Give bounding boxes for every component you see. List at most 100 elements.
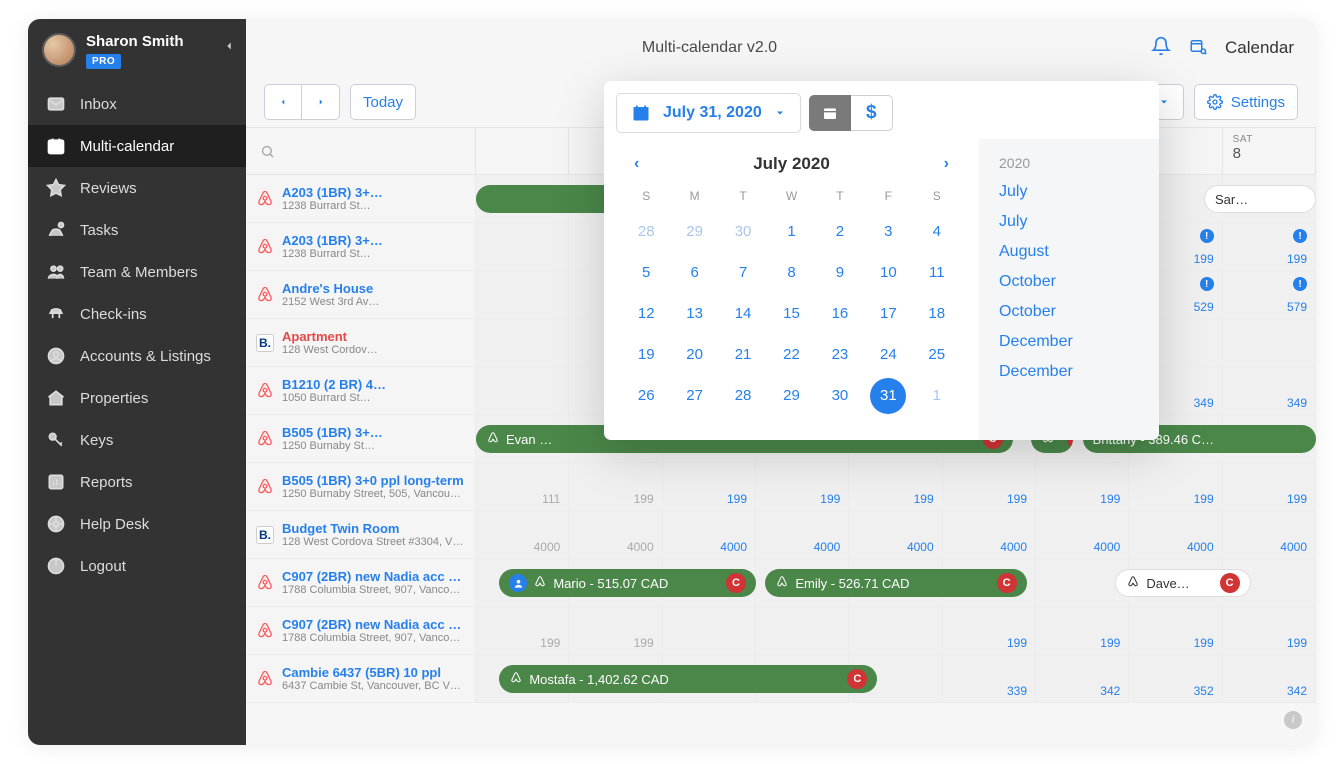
calendar-day[interactable]: 29 [767,375,815,416]
calendar-day[interactable]: 23 [816,334,864,375]
bell-icon[interactable] [1151,36,1171,61]
property-cell[interactable]: A203 (1BR) 3+…1238 Burrard St… [246,175,476,222]
calendar-day[interactable]: 20 [670,334,718,375]
calendar-day[interactable]: 19 [622,334,670,375]
calendar-day[interactable]: 31 [870,378,906,414]
nav-help-desk[interactable]: Help Desk [28,503,246,545]
calendar-day[interactable]: 1 [767,211,815,252]
calendar-day[interactable]: 24 [864,334,912,375]
nav-keys[interactable]: Keys [28,419,246,461]
settings-button[interactable]: Settings [1194,84,1298,120]
calendar-cell[interactable]: 4000 [943,511,1036,558]
calendar-day[interactable]: 16 [816,293,864,334]
calendar-day[interactable]: 27 [670,375,718,416]
calendar-day[interactable]: 13 [670,293,718,334]
nav-logout[interactable]: Logout [28,545,246,587]
calendar-cell[interactable]: 4000 [663,511,756,558]
property-cell[interactable]: B505 (1BR) 3+0 ppl long-term1250 Burnaby… [246,463,476,510]
calendar-cell[interactable]: !199 [1223,223,1316,270]
calendar-cell[interactable]: 199 [849,463,942,510]
booking-band[interactable]: Sar… [1204,185,1316,213]
calendar-day[interactable]: 18 [913,293,961,334]
calendar-day[interactable]: 28 [719,375,767,416]
calendar-cell[interactable] [476,319,569,366]
booking-band[interactable]: Dave…C [1115,569,1250,597]
calendar-cell[interactable]: 199 [1223,607,1316,654]
next-button[interactable] [302,84,340,120]
calendar-cell[interactable]: 199 [1036,607,1129,654]
calendar-day[interactable]: 10 [864,252,912,293]
nav-reports[interactable]: Reports [28,461,246,503]
nav-check-ins[interactable]: Check-ins [28,293,246,335]
calendar-day[interactable]: 2 [816,211,864,252]
calendar-day[interactable]: 6 [670,252,718,293]
month-quick-link[interactable]: October [999,273,1139,291]
month-quick-link[interactable]: December [999,333,1139,351]
calendar-cell[interactable] [663,607,756,654]
nav-properties[interactable]: Properties [28,377,246,419]
calendar-day[interactable]: 30 [719,211,767,252]
calendar-search-icon[interactable] [1189,37,1207,60]
property-cell[interactable]: Cambie 6437 (5BR) 10 ppl6437 Cambie St, … [246,655,476,702]
calendar-cell[interactable]: 199 [1129,607,1222,654]
booking-band[interactable]: Emily - 526.71 CADC [765,569,1026,597]
calendar-cell[interactable]: 199 [1129,463,1222,510]
calendar-day[interactable]: 21 [719,334,767,375]
month-quick-link[interactable]: July [999,183,1139,201]
nav-reviews[interactable]: Reviews [28,167,246,209]
calendar-day[interactable]: 1 [913,375,961,416]
property-cell[interactable]: B.Apartment128 West Cordov… [246,319,476,366]
calendar-cell[interactable]: 4000 [1223,511,1316,558]
today-button[interactable]: Today [350,84,416,120]
calendar-cell[interactable] [1223,319,1316,366]
calendar-day[interactable]: 14 [719,293,767,334]
calendar-day[interactable]: 3 [864,211,912,252]
pricing-view-toggle[interactable]: $ [851,95,893,131]
calendar-day[interactable]: 4 [913,211,961,252]
calendar-cell[interactable]: 4000 [569,511,662,558]
calendar-day[interactable]: 17 [864,293,912,334]
calendar-cell[interactable]: 199 [569,463,662,510]
calendar-day[interactable]: 7 [719,252,767,293]
calendar-cell[interactable]: 199 [756,463,849,510]
calendar-cell[interactable]: 199 [943,463,1036,510]
calendar-cell[interactable]: 4000 [1129,511,1222,558]
calendar-cell[interactable] [849,607,942,654]
calendar-cell[interactable]: 339 [943,655,1036,702]
calendar-day[interactable]: 11 [913,252,961,293]
cal-next-month[interactable]: › [936,151,957,177]
calendar-link[interactable]: Calendar [1225,38,1294,58]
nav-team-members[interactable]: Team & Members [28,251,246,293]
calendar-cell[interactable]: 352 [1129,655,1222,702]
calendar-cell[interactable]: 111 [476,463,569,510]
date-selection-button[interactable]: July 31, 2020 [616,93,801,133]
property-cell[interactable]: A203 (1BR) 3+…1238 Burrard St… [246,223,476,270]
search-input[interactable] [246,128,476,174]
calendar-day[interactable]: 22 [767,334,815,375]
calendar-cell[interactable]: 342 [1223,655,1316,702]
property-cell[interactable]: C907 (2BR) new Nadia acc 5+…1788 Columbi… [246,559,476,606]
property-cell[interactable]: B1210 (2 BR) 4…1050 Burrard St… [246,367,476,414]
calendar-cell[interactable]: 349 [1223,367,1316,414]
nav-multi-calendar[interactable]: Multi-calendar [28,125,246,167]
nav-tasks[interactable]: Tasks [28,209,246,251]
calendar-cell[interactable]: 4000 [849,511,942,558]
calendar-cell[interactable]: 199 [943,607,1036,654]
month-quick-link[interactable]: October [999,303,1139,321]
calendar-cell[interactable] [756,607,849,654]
prev-button[interactable] [264,84,302,120]
calendar-day[interactable]: 25 [913,334,961,375]
calendar-day[interactable]: 29 [670,211,718,252]
month-quick-link[interactable]: December [999,363,1139,381]
calendar-cell[interactable]: 4000 [756,511,849,558]
calendar-day[interactable]: 30 [816,375,864,416]
calendar-day[interactable]: 5 [622,252,670,293]
calendar-cell[interactable]: 199 [663,463,756,510]
month-quick-link[interactable]: July [999,213,1139,231]
month-quick-link[interactable]: August [999,243,1139,261]
calendar-cell[interactable]: !579 [1223,271,1316,318]
sidebar-collapse-icon[interactable] [222,39,236,58]
property-cell[interactable]: Andre's House2152 West 3rd Av… [246,271,476,318]
booking-band[interactable]: Mario - 515.07 CADC [499,569,756,597]
calendar-day[interactable]: 26 [622,375,670,416]
